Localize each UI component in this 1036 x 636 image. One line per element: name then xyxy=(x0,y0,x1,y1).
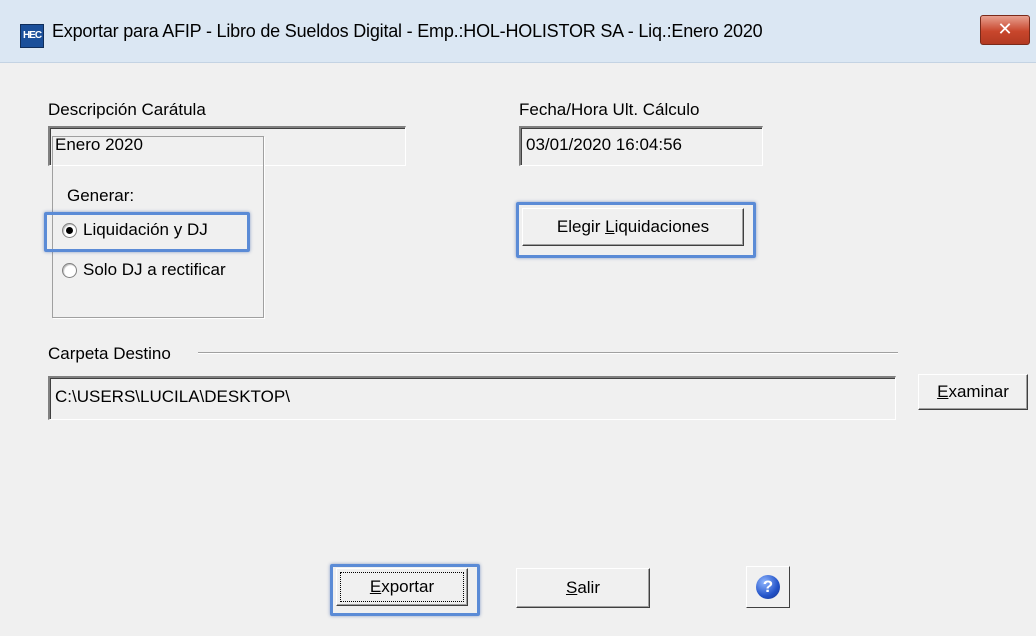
fecha-label: Fecha/Hora Ult. Cálculo xyxy=(519,100,700,119)
title-bar[interactable]: HEC Exportar para AFIP - Libro de Sueldo… xyxy=(0,0,1036,63)
generar-label: Generar: xyxy=(64,186,138,206)
window-title: Exportar para AFIP - Libro de Sueldos Di… xyxy=(52,21,763,41)
salir-text: alir xyxy=(577,578,600,597)
radio-unselected-indicator[interactable] xyxy=(62,262,77,278)
examinar-text: xaminar xyxy=(948,382,1009,401)
carpeta-separator xyxy=(198,352,898,354)
radio-liquidacion-dj[interactable]: Liquidación y DJ xyxy=(62,220,208,240)
radio-label: Liquidación y DJ xyxy=(83,220,208,239)
help-button[interactable]: ? xyxy=(746,566,790,608)
salir-button[interactable]: Salir xyxy=(516,568,650,608)
examinar-accel: E xyxy=(937,382,949,401)
carpeta-label: Carpeta Destino xyxy=(48,344,171,363)
carpeta-field[interactable]: C:\USERS\LUCILA\DESKTOP\ xyxy=(48,376,896,420)
exportar-accel: E xyxy=(369,577,382,596)
radio-label: Solo DJ a rectificar xyxy=(83,260,226,279)
fecha-field: 03/01/2020 16:04:56 xyxy=(519,126,763,166)
app-logo-icon: HEC xyxy=(20,24,44,48)
elegir-text-1: Elegir xyxy=(556,217,606,236)
exportar-button[interactable]: Exportar xyxy=(336,568,468,606)
salir-accel: S xyxy=(565,578,578,597)
elegir-text-2: iquidaciones xyxy=(614,217,710,236)
elegir-accel: L xyxy=(605,217,615,236)
examinar-button[interactable]: Examinar xyxy=(918,374,1028,410)
elegir-liquidaciones-button[interactable]: Elegir Liquidaciones xyxy=(522,208,744,246)
radio-solo-dj[interactable]: Solo DJ a rectificar xyxy=(62,260,226,280)
descripcion-label: Descripción Carátula xyxy=(48,100,206,119)
radio-selected-indicator[interactable] xyxy=(62,222,77,238)
help-icon: ? xyxy=(756,575,780,599)
exportar-text: xportar xyxy=(381,577,435,596)
close-icon[interactable]: ✕ xyxy=(980,15,1030,45)
